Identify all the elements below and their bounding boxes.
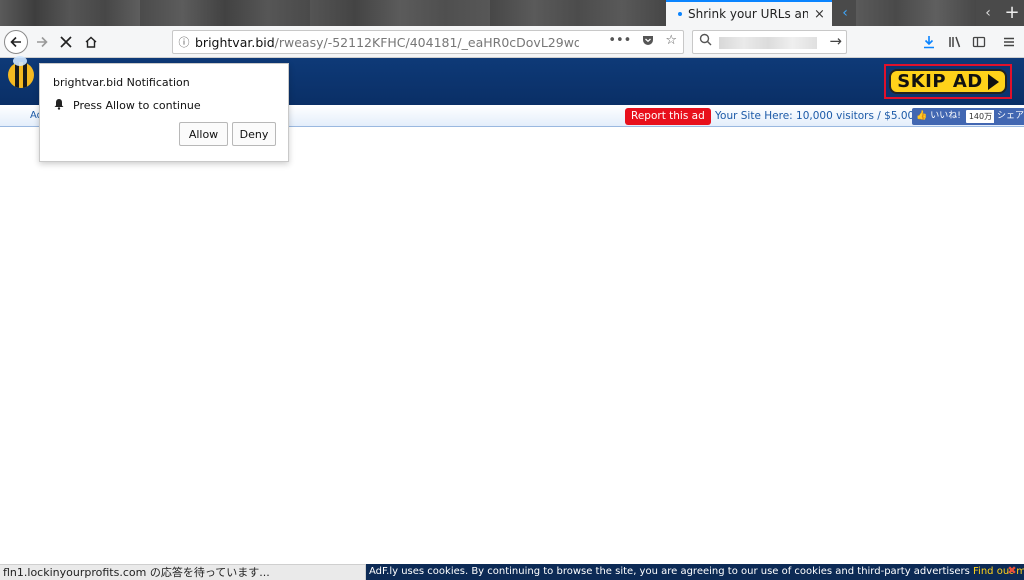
new-tab-icon[interactable]: + — [1000, 1, 1024, 25]
browser-window: Shrink your URLs and get paid! × ‹ ‹ + ⓘ… — [0, 0, 1024, 580]
tab-active[interactable]: Shrink your URLs and get paid! × — [666, 0, 832, 26]
blurred-tab[interactable] — [0, 0, 140, 26]
url-actions: ••• ☆ — [608, 33, 677, 51]
blurred-tab[interactable] — [856, 0, 976, 26]
tab-strip: Shrink your URLs and get paid! × ‹ ‹ + — [0, 0, 1024, 26]
play-arrow-icon — [987, 73, 999, 90]
blurred-tab[interactable] — [490, 0, 666, 26]
fb-like-count: 140万 — [965, 110, 996, 123]
search-go-arrow-icon[interactable]: → — [829, 32, 842, 50]
facebook-share-button[interactable]: シェア — [994, 108, 1024, 125]
notification-message: Press Allow to continue — [73, 99, 201, 112]
search-icon — [699, 33, 712, 50]
url-path: /rweasy/-52112KFHC/404181/_eaHR0cDovL29w… — [274, 34, 579, 50]
allow-button[interactable]: Allow — [179, 122, 228, 146]
notification-heading: brightvar.bid Notification — [53, 76, 190, 89]
notification-permission-popup: brightvar.bid Notification Press Allow t… — [39, 63, 289, 162]
logo-stripe — [23, 62, 27, 88]
loading-dot-icon — [678, 12, 682, 16]
cookie-text: AdF.ly uses cookies. By continuing to br… — [369, 566, 974, 577]
search-bar[interactable]: → — [692, 30, 847, 54]
bee-wing-icon — [13, 56, 27, 66]
url-text[interactable]: brightvar.bid/rweasy/-52112KFHC/404181/_… — [195, 35, 579, 50]
cookie-bar: AdF.ly uses cookies. By continuing to br… — [366, 564, 1024, 580]
tab-scroll-right-icon[interactable]: ‹ — [979, 4, 997, 22]
stop-icon[interactable] — [54, 30, 78, 54]
blurred-tab[interactable] — [140, 0, 310, 26]
home-icon[interactable] — [79, 30, 103, 54]
url-bar[interactable]: ⓘ brightvar.bid/rweasy/-52112KFHC/404181… — [172, 30, 684, 54]
pocket-icon[interactable] — [641, 33, 655, 51]
url-host: brightvar.bid — [195, 34, 275, 50]
thumbs-up-icon: 👍 — [916, 111, 928, 121]
report-ad-button[interactable]: Report this ad — [625, 108, 711, 125]
blurred-tab[interactable] — [310, 0, 490, 26]
close-tab-icon[interactable]: × — [814, 7, 825, 22]
download-icon[interactable] — [918, 31, 940, 53]
close-icon[interactable]: ✖ — [1006, 565, 1018, 577]
star-icon[interactable]: ☆ — [665, 33, 677, 51]
sidebar-icon[interactable] — [968, 31, 990, 53]
more-dots-icon[interactable]: ••• — [608, 33, 631, 51]
skip-ad-label: SKIP AD — [897, 71, 983, 92]
fb-like-label: いいね! — [930, 111, 961, 121]
tab-scroll-left-icon[interactable]: ‹ — [836, 4, 854, 22]
skip-ad-button[interactable]: SKIP AD — [889, 69, 1007, 94]
forward-arrow-icon[interactable] — [30, 30, 54, 54]
tab-title: Shrink your URLs and get paid! — [688, 7, 808, 21]
navigation-bar: ⓘ brightvar.bid/rweasy/-52112KFHC/404181… — [0, 26, 1024, 58]
status-bar: fln1.lockinyourprofits.com の応答を待っています... — [0, 564, 366, 580]
facebook-like-button[interactable]: 👍 いいね! 140万 — [912, 108, 1000, 125]
library-icon[interactable] — [944, 31, 966, 53]
back-arrow-icon[interactable] — [4, 30, 28, 54]
hamburger-icon[interactable] — [998, 31, 1020, 53]
bell-icon — [53, 98, 65, 113]
advertise-link[interactable]: Your Site Here: 10,000 visitors / $5.00 — [715, 110, 914, 122]
deny-button[interactable]: Deny — [232, 122, 276, 146]
skip-ad-frame: SKIP AD — [884, 64, 1012, 99]
blurred-search-text — [719, 37, 817, 49]
info-icon[interactable]: ⓘ — [173, 34, 195, 50]
